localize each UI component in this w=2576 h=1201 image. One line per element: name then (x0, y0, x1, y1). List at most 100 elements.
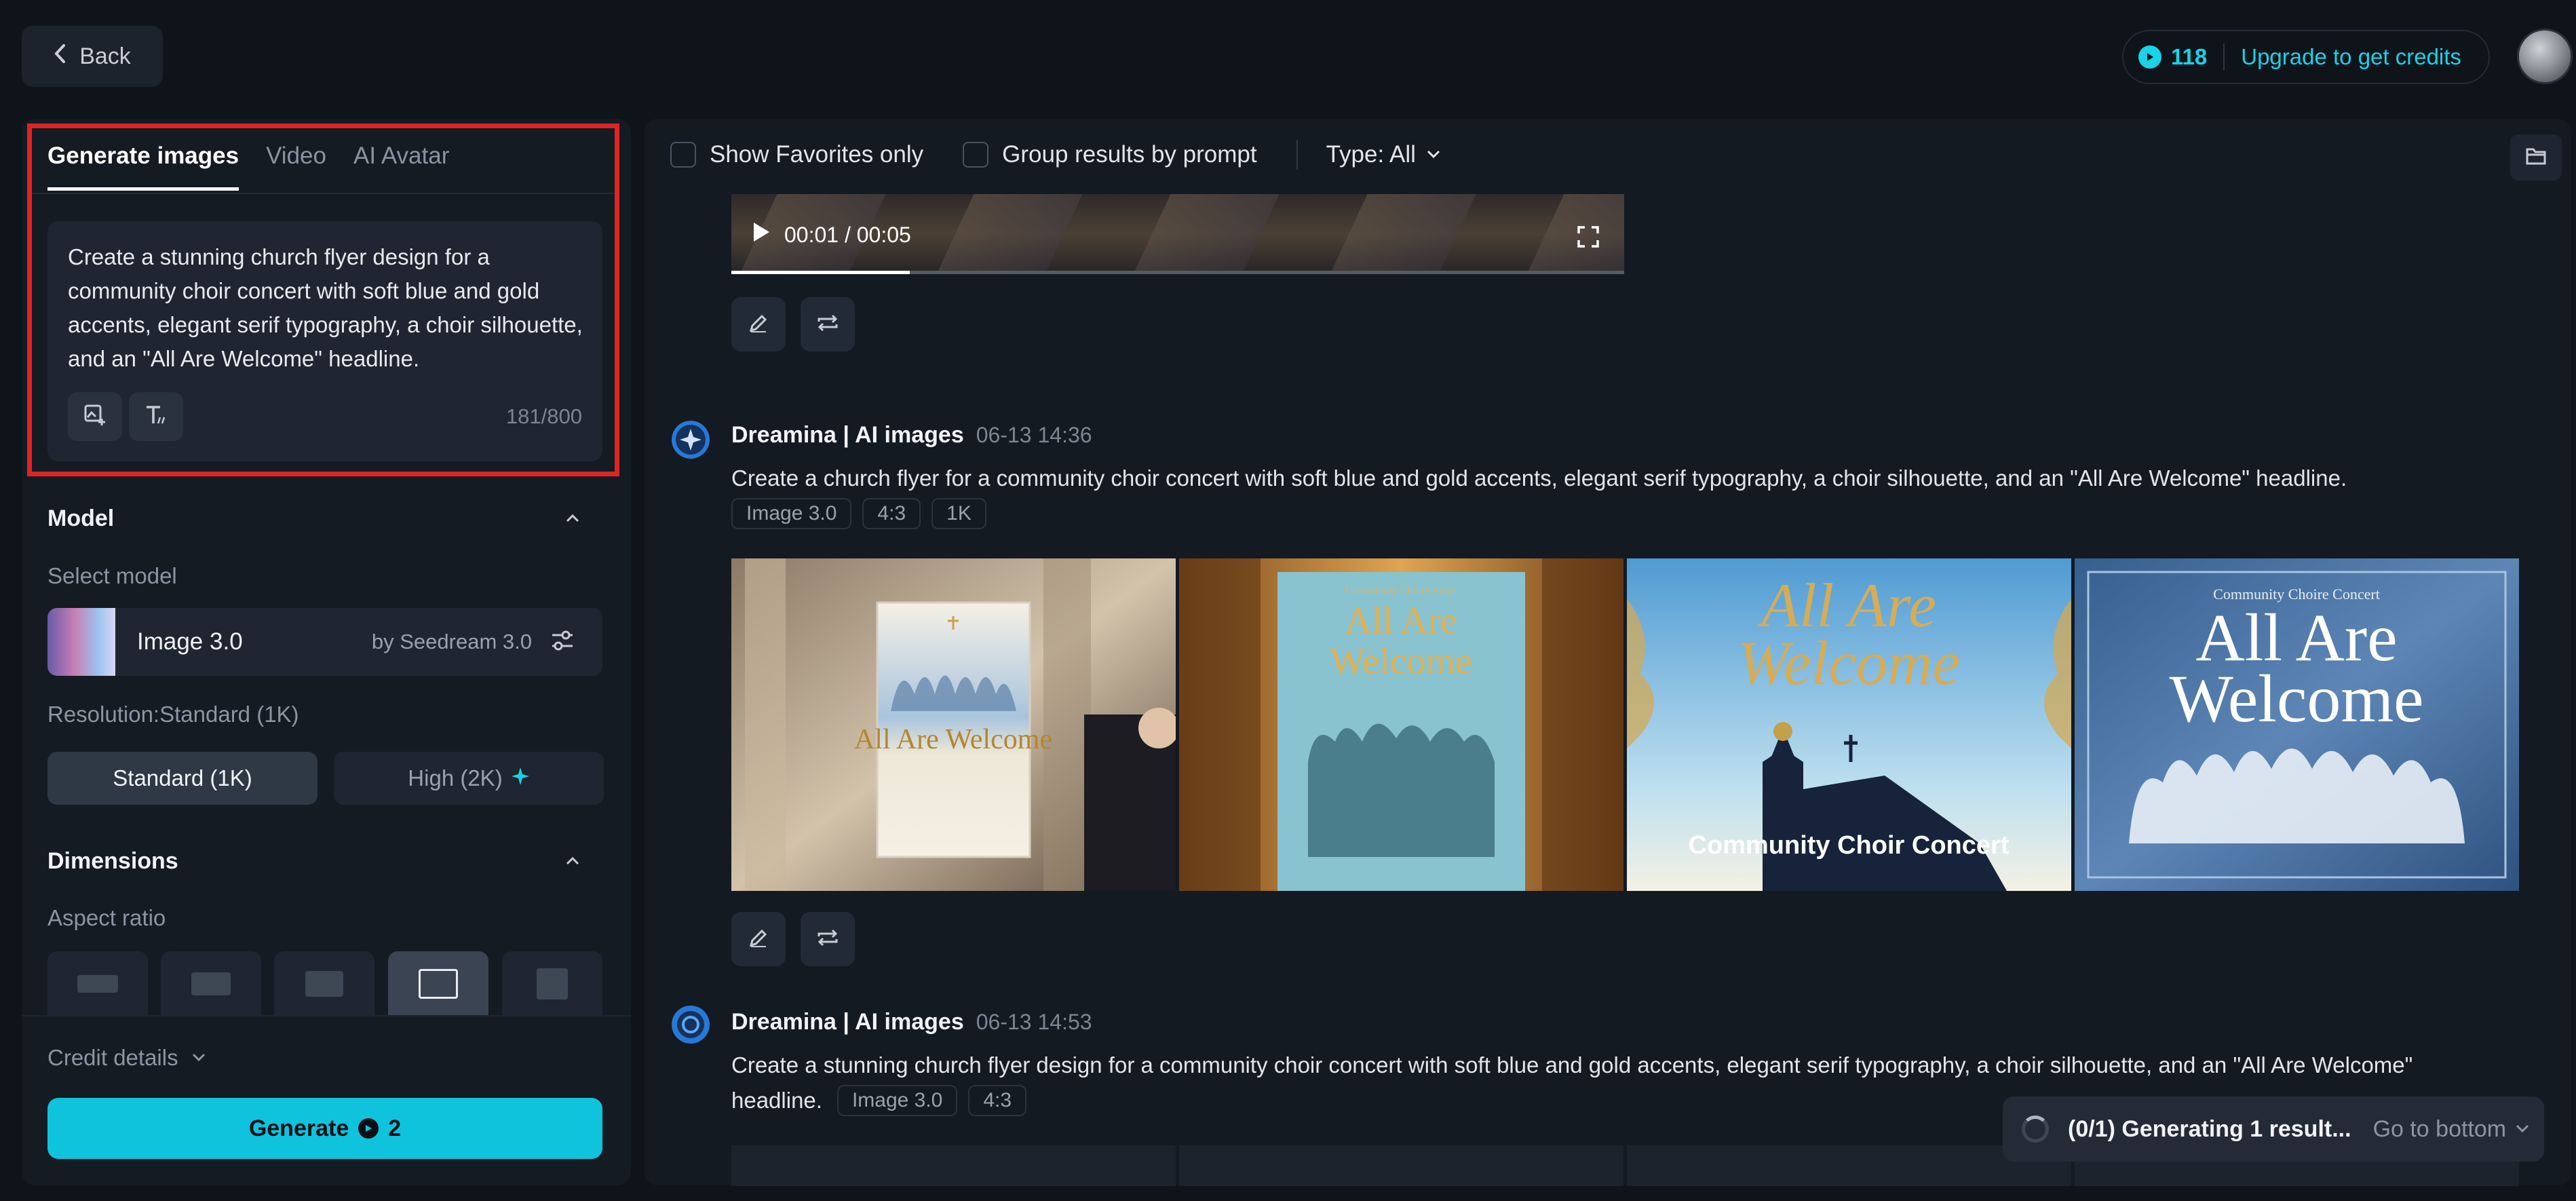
bot-avatar-icon (670, 419, 711, 463)
aspect-shape (419, 969, 458, 999)
play-icon[interactable] (752, 221, 771, 248)
aspect-option-1-1[interactable] (502, 951, 602, 1016)
result-prompt-line2: headline. Image 3.0 4:3 (731, 1083, 1037, 1118)
avatar[interactable] (2517, 28, 2573, 84)
group-label: Group results by prompt (1002, 141, 1257, 168)
model-section-title: Model (47, 506, 115, 531)
video-frame-detail (1526, 194, 1624, 274)
folder-icon (2525, 146, 2547, 170)
image-subtitle: Community Choire Sings (1345, 585, 1457, 596)
divider (1296, 140, 1298, 170)
group-checkbox[interactable] (963, 142, 989, 168)
divider (2223, 43, 2225, 71)
credit-coin-icon (2138, 45, 2161, 69)
sliders-icon[interactable] (550, 628, 575, 657)
video-progress-fill (731, 271, 910, 274)
group-filter[interactable]: Group results by prompt (963, 141, 1257, 168)
resolution-standard-button[interactable]: Standard (1K) (47, 752, 318, 805)
panel-divider (22, 1015, 631, 1016)
bot-name: Dreamina | AI images (731, 1009, 964, 1035)
chevron-down-icon (1425, 141, 1442, 168)
fullscreen-icon[interactable] (1577, 225, 1600, 252)
bot-name: Dreamina | AI images (731, 422, 964, 448)
highlight-frame (27, 123, 619, 476)
result-tags: Image 3.0 4:3 1K (731, 498, 997, 529)
pencil-icon (748, 927, 769, 952)
image-headline: Welcome (2169, 661, 2423, 736)
model-provider: by Seedream 3.0 (371, 630, 532, 653)
repeat-icon (816, 926, 839, 953)
type-dropdown[interactable]: Type: All (1326, 141, 1442, 168)
chevron-up-icon (564, 856, 581, 872)
upgrade-link[interactable]: Upgrade to get credits (2241, 44, 2461, 70)
resolution-label: Resolution:Standard (1K) (47, 702, 299, 727)
repeat-icon (816, 311, 839, 338)
sparkle-icon (511, 765, 530, 791)
credit-count: 118 (2171, 44, 2208, 69)
select-model-label: Select model (47, 563, 177, 588)
bot-avatar-icon (670, 1004, 711, 1048)
chevron-up-icon (564, 514, 581, 529)
model-thumbnail (47, 608, 115, 676)
video-time: 00:01 / 00:05 (784, 222, 911, 247)
regenerate-button[interactable] (801, 912, 855, 966)
collapse-model-button[interactable] (564, 510, 581, 530)
res-standard-label: Standard (1K) (113, 765, 252, 790)
aspect-option-3-2[interactable] (274, 951, 374, 1016)
credit-details-label: Credit details (47, 1045, 178, 1070)
image-headline: Welcome (1330, 641, 1472, 683)
model-selector[interactable]: Image 3.0 by Seedream 3.0 (47, 608, 602, 676)
result-time: 06-13 14:36 (976, 423, 1092, 447)
res-high-label: High (2K) (408, 765, 503, 790)
result-prompt[interactable]: Create a stunning church flyer design fo… (731, 1048, 2412, 1083)
result-image-3[interactable]: All Are Welcome Community Choir Concert (1627, 558, 2071, 891)
regenerate-button[interactable] (801, 297, 855, 351)
generate-cost: 2 (388, 1115, 402, 1141)
go-to-bottom-button[interactable]: Go to bottom (2373, 1116, 2531, 1143)
generate-label: Generate (248, 1115, 349, 1141)
edit-button[interactable] (731, 297, 786, 351)
pending-image (1179, 1145, 1623, 1186)
favorites-filter[interactable]: Show Favorites only (670, 141, 923, 168)
chevron-down-icon (2514, 1116, 2531, 1143)
credit-details-toggle[interactable]: Credit details (47, 1045, 207, 1071)
back-button[interactable]: Back (22, 26, 163, 87)
folder-button[interactable] (2510, 134, 2562, 180)
image-headline: Welcome (1737, 628, 1961, 698)
result-time: 06-13 14:53 (976, 1010, 1092, 1034)
tag-model: Image 3.0 (837, 1085, 958, 1116)
aspect-shape (537, 968, 568, 999)
result-prompt[interactable]: Create a church flyer for a community ch… (731, 461, 2347, 496)
generate-button[interactable]: Generate 2 (47, 1098, 602, 1159)
aspect-option-4-3[interactable] (388, 951, 488, 1016)
aspect-option-16-9[interactable] (161, 951, 261, 1016)
result-image-4[interactable]: Community Choire Concert All Are Welcome (2075, 558, 2519, 891)
image-headline: All Are (1345, 600, 1457, 642)
aspect-ratio-label: Aspect ratio (47, 905, 166, 930)
result-header: Dreamina | AI images 06-13 14:53 (731, 1009, 1092, 1035)
video-controls: 00:01 / 00:05 (752, 221, 911, 248)
aspect-option-21-9[interactable] (47, 951, 148, 1016)
video-frame-detail (936, 194, 1083, 274)
pencil-icon (748, 312, 769, 337)
spinner-icon (2022, 1116, 2049, 1143)
result-image-1[interactable]: All Are Welcome (731, 558, 1176, 891)
resolution-high-button[interactable]: High (2K) (334, 752, 604, 805)
credit-coin-icon (358, 1118, 379, 1139)
generation-status[interactable]: (0/1) Generating 1 result... Go to botto… (2003, 1097, 2544, 1162)
result-prompt-end[interactable]: headline. (731, 1083, 822, 1118)
dimensions-section-title: Dimensions (47, 848, 178, 874)
image-caption: Community Choir Concert (1689, 831, 2010, 860)
video-frame-detail (1133, 194, 1280, 274)
result-header: Dreamina | AI images 06-13 14:36 (731, 422, 1092, 449)
tag-ratio: 4:3 (968, 1085, 1027, 1116)
favorites-checkbox[interactable] (670, 142, 696, 168)
collapse-dimensions-button[interactable] (564, 853, 581, 873)
aspect-shape (191, 972, 231, 995)
type-label: Type: All (1326, 141, 1416, 168)
model-name: Image 3.0 (137, 628, 243, 655)
result-image-2[interactable]: Community Choire Sings All Are Welcome (1179, 558, 1623, 891)
credits-bar: 118 Upgrade to get credits (2122, 30, 2490, 84)
edit-button[interactable] (731, 912, 786, 966)
chevron-down-icon (191, 1045, 207, 1071)
